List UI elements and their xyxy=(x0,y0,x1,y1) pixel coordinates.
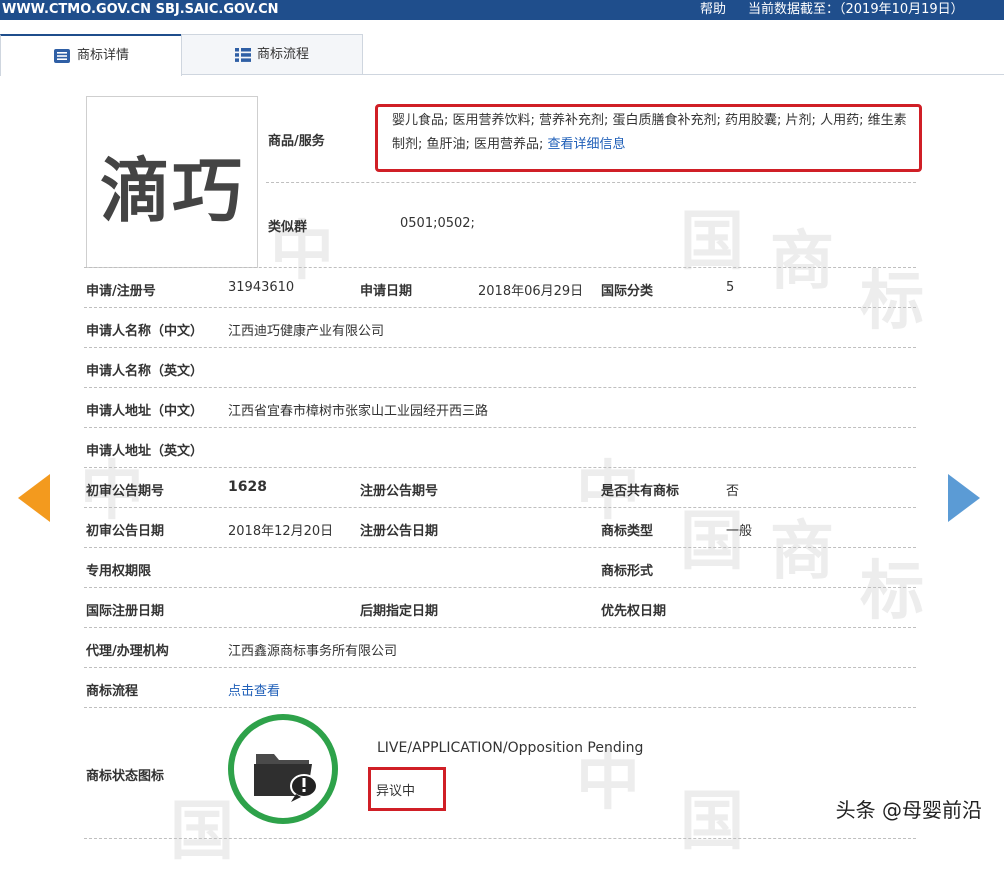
prelim-date-value: 2018年12月20日 xyxy=(228,524,334,539)
watermark-char: 国 xyxy=(680,205,744,279)
applicant-en-label: 申请人名称（英文） xyxy=(86,364,204,379)
folder-alert-icon xyxy=(254,754,318,802)
watermark-char: 商 xyxy=(770,225,834,299)
help-link[interactable]: 帮助 xyxy=(700,0,726,20)
reg-pub-date-label: 注册公告日期 xyxy=(360,524,439,539)
status-text-en: LIVE/APPLICATION/Opposition Pending xyxy=(377,740,644,756)
tm-type-label: 商标类型 xyxy=(601,524,654,539)
data-date: 当前数据截至：（2019年10月19日） xyxy=(748,2,964,17)
watermark-char: 标 xyxy=(860,555,924,629)
exclusive-period-label: 专用权期限 xyxy=(86,564,152,579)
previous-arrow-icon[interactable] xyxy=(18,474,50,522)
tab-trademark-process[interactable]: 商标流程 xyxy=(181,34,363,74)
reg-no-label: 申请/注册号 xyxy=(86,284,156,299)
watermark-char: 商 xyxy=(770,515,834,589)
watermark-char: 国 xyxy=(170,795,234,869)
divider xyxy=(84,838,916,839)
divider xyxy=(84,587,916,588)
tab-trademark-details[interactable]: 商标详情 xyxy=(0,34,182,76)
list-doc-icon xyxy=(53,48,70,63)
divider xyxy=(84,627,916,628)
divider xyxy=(84,507,916,508)
intl-reg-date-label: 国际注册日期 xyxy=(86,604,165,619)
shared-value: 否 xyxy=(726,484,740,499)
reg-no-value: 31943610 xyxy=(228,280,295,295)
goods-services-box: 婴儿食品; 医用营养饮料; 营养补充剂; 蛋白质膳食补充剂; 药用胶囊; 片剂;… xyxy=(375,104,922,172)
process-label: 商标流程 xyxy=(86,684,139,699)
reg-pub-no-label: 注册公告期号 xyxy=(360,484,439,499)
app-date-value: 2018年06月29日 xyxy=(478,284,584,299)
tab-label: 商标流程 xyxy=(256,47,309,62)
status-text-cn: 异议中 xyxy=(376,784,416,799)
intl-class-value: 5 xyxy=(726,280,735,295)
priority-date-label: 优先权日期 xyxy=(601,604,667,619)
watermark-char: 中 xyxy=(270,215,334,289)
divider xyxy=(84,427,916,428)
prelim-no-value: 1628 xyxy=(228,479,267,495)
divider xyxy=(84,387,916,388)
divider xyxy=(84,347,916,348)
source-watermark: 头条 @母婴前沿 xyxy=(835,798,982,822)
status-icon-label: 商标状态图标 xyxy=(86,769,165,784)
tm-type-value: 一般 xyxy=(726,524,753,539)
shared-label: 是否共有商标 xyxy=(601,484,680,499)
applicant-cn-value: 江西迪巧健康产业有限公司 xyxy=(228,324,385,339)
similar-group-label: 类似群 xyxy=(268,220,308,235)
agent-label: 代理/办理机构 xyxy=(86,644,169,659)
divider xyxy=(84,667,916,668)
agent-value: 江西鑫源商标事务所有限公司 xyxy=(228,644,398,659)
goods-services-text: 婴儿食品; 医用营养饮料; 营养补充剂; 蛋白质膳食补充剂; 药用胶囊; 片剂;… xyxy=(392,113,907,152)
address-cn-value: 江西省宜春市樟树市张家山工业园经开西三路 xyxy=(228,404,489,419)
tab-bar: 商标详情 商标流程 xyxy=(0,34,1004,76)
app-date-label: 申请日期 xyxy=(360,284,413,299)
trademark-logo-text: 滴巧 xyxy=(100,150,244,232)
similar-group-value: 0501;0502; xyxy=(400,216,475,231)
address-cn-label: 申请人地址（中文） xyxy=(86,404,204,419)
divider xyxy=(84,467,916,468)
later-date-label: 后期指定日期 xyxy=(360,604,439,619)
tab-label: 商标详情 xyxy=(76,48,129,63)
applicant-cn-label: 申请人名称（中文） xyxy=(86,324,204,339)
next-arrow-icon[interactable] xyxy=(948,474,980,522)
intl-class-label: 国际分类 xyxy=(601,284,654,299)
trademark-image: 滴巧 xyxy=(86,96,258,268)
divider xyxy=(84,267,916,268)
divider xyxy=(84,547,916,548)
divider xyxy=(84,307,916,308)
status-circle xyxy=(228,714,338,824)
prelim-no-label: 初审公告期号 xyxy=(86,484,165,499)
goods-services-label: 商品/服务 xyxy=(268,134,325,149)
view-details-link[interactable]: 查看详细信息 xyxy=(548,137,626,152)
watermark-char: 标 xyxy=(860,265,924,339)
prelim-date-label: 初审公告日期 xyxy=(86,524,165,539)
site-url: WWW.CTMO.GOV.CN SBJ.SAIC.GOV.CN xyxy=(2,2,279,17)
process-link[interactable]: 点击查看 xyxy=(228,680,280,699)
divider xyxy=(266,182,916,183)
divider xyxy=(84,707,916,708)
list-icon xyxy=(234,47,251,62)
watermark-char: 国 xyxy=(680,785,744,859)
tm-form-label: 商标形式 xyxy=(601,564,654,579)
address-en-label: 申请人地址（英文） xyxy=(86,444,204,459)
top-bar: WWW.CTMO.GOV.CN SBJ.SAIC.GOV.CN 帮助 当前数据截… xyxy=(0,0,1004,20)
